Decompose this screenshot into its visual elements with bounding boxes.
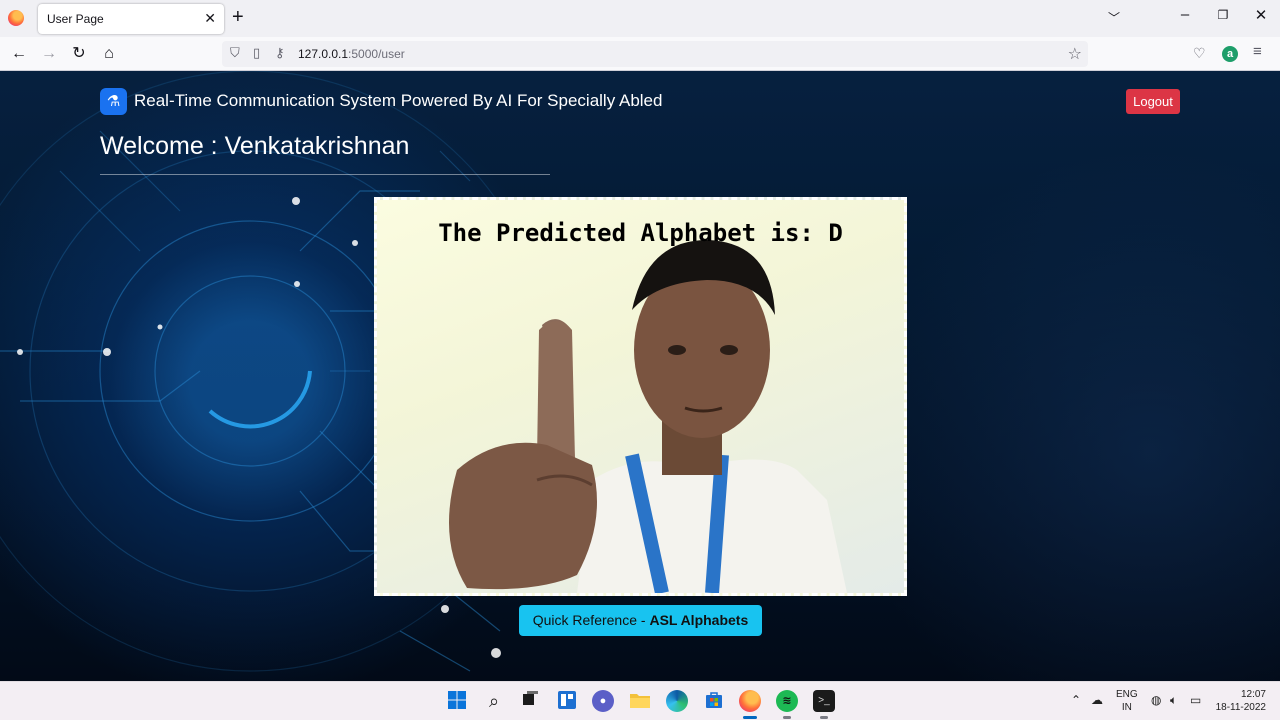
divider [100, 174, 550, 175]
shield-icon[interactable]: ⛉ [230, 45, 240, 61]
url-text[interactable]: 127.0.0.1:5000/user [298, 47, 405, 61]
tab-user-page[interactable]: User Page ✕ [38, 4, 224, 34]
spotify-icon[interactable]: ≋ [776, 690, 798, 712]
chevron-up-icon[interactable]: ⌃ [1071, 693, 1081, 707]
flask-icon: ⚗ [100, 88, 127, 115]
back-icon[interactable]: ← [8, 43, 30, 65]
logout-button[interactable]: Logout [1126, 89, 1180, 114]
taskbar: ⌕ ● ≋ >_ ⌃ ☁ ENG IN ◍ 🔈︎ ▭ 12:07 18-11-202… [0, 681, 1280, 720]
menu-icon[interactable]: ≡ [1253, 43, 1262, 60]
brand-title[interactable]: Real-Time Communication System Powered B… [134, 91, 662, 111]
account-icon[interactable]: a [1222, 46, 1238, 62]
page-icon[interactable]: ▯ [253, 45, 260, 61]
windows-start-icon[interactable] [446, 690, 468, 712]
reload-icon[interactable]: ↻ [68, 43, 90, 65]
search-icon[interactable]: ⌕ [483, 690, 505, 712]
welcome-heading: Welcome : Venkatakrishnan [100, 132, 410, 160]
prediction-label: The Predicted Alphabet is: D [438, 219, 843, 247]
minimize-icon[interactable]: – [1175, 6, 1195, 23]
reference-bold: ASL Alphabets [649, 612, 749, 628]
firefox-icon[interactable] [739, 690, 761, 712]
firefox-icon[interactable] [8, 10, 24, 26]
page-viewport: ⚗ Real-Time Communication System Powered… [0, 71, 1280, 681]
chevron-down-icon[interactable]: ﹀ [1108, 9, 1120, 26]
navigation-toolbar: ← → ↻ ⌂ ⛉ ▯ ⚷ 127.0.0.1:5000/user ☆ ♡ a … [0, 37, 1280, 71]
asl-reference-button[interactable]: Quick Reference - ASL Alphabets [519, 605, 762, 636]
url-bar[interactable]: ⛉ ▯ ⚷ 127.0.0.1:5000/user ☆ [222, 41, 1088, 67]
terminal-icon[interactable]: >_ [813, 690, 835, 712]
task-view-icon[interactable] [519, 690, 541, 712]
star-icon[interactable]: ☆ [1068, 44, 1082, 64]
store-icon[interactable] [703, 690, 725, 712]
cloud-icon[interactable]: ☁ [1091, 693, 1103, 707]
chat-icon[interactable]: ● [592, 690, 614, 712]
pocket-icon[interactable]: ♡ [1193, 45, 1206, 62]
running-indicator [783, 716, 791, 719]
file-explorer-icon[interactable] [629, 690, 651, 712]
battery-icon[interactable]: ▭ [1190, 693, 1201, 707]
tab-strip: User Page ✕ + ﹀ – ❐ ✕ [0, 0, 1280, 37]
plus-icon[interactable]: + [232, 6, 244, 28]
reference-prefix: Quick Reference - [532, 612, 650, 628]
active-indicator [743, 716, 757, 719]
forward-icon[interactable]: → [38, 43, 60, 65]
webcam-image [449, 240, 847, 593]
volume-icon[interactable]: 🔈︎ [1170, 693, 1177, 708]
edge-icon[interactable] [666, 690, 688, 712]
window-close-icon[interactable]: ✕ [1251, 6, 1271, 24]
close-icon[interactable]: ✕ [204, 10, 216, 27]
running-indicator [820, 716, 828, 719]
widgets-icon[interactable] [556, 690, 578, 712]
key-icon[interactable]: ⚷ [275, 45, 285, 61]
maximize-icon[interactable]: ❐ [1213, 8, 1233, 22]
clock[interactable]: 12:07 18-11-2022 [1212, 688, 1266, 714]
input-language[interactable]: ENG IN [1116, 688, 1138, 714]
tab-title: User Page [47, 12, 104, 26]
network-icon[interactable]: ◍ [1151, 693, 1161, 707]
home-icon[interactable]: ⌂ [98, 43, 120, 65]
video-feed: The Predicted Alphabet is: D [374, 197, 907, 596]
